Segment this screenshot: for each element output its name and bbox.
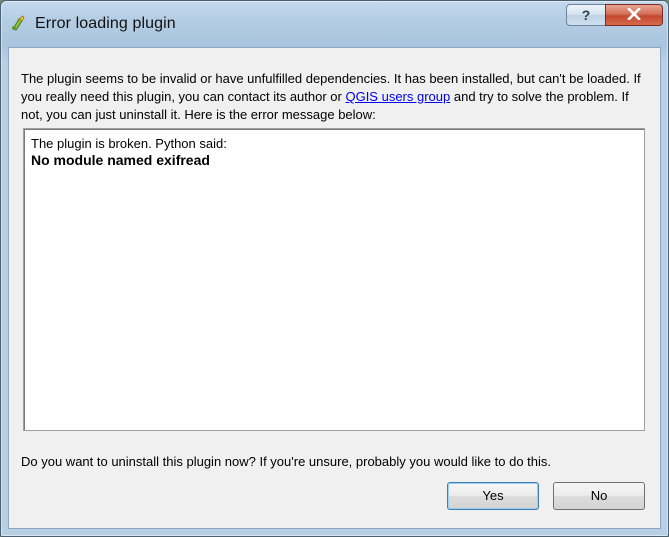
error-message-intro: The plugin is broken. Python said: [31,136,227,151]
close-icon [627,6,641,23]
qgis-users-group-link[interactable]: QGIS users group [345,89,450,104]
dialog-body: The plugin seems to be invalid or have u… [8,47,661,529]
error-message-box[interactable]: The plugin is broken. Python said: No mo… [23,128,645,431]
window-title: Error loading plugin [35,15,176,32]
qgis-logo-icon [10,15,27,32]
no-button[interactable]: No [553,482,645,510]
help-button[interactable]: ? [566,4,606,26]
error-message-detail: No module named exifread [31,152,210,168]
close-button[interactable] [605,4,663,26]
title-bar[interactable]: Error loading plugin ? [1,1,668,47]
error-description: The plugin seems to be invalid or have u… [21,70,643,124]
help-icon: ? [581,7,591,23]
yes-button[interactable]: Yes [447,482,539,510]
uninstall-question: Do you want to uninstall this plugin now… [21,454,552,469]
error-dialog-window: Error loading plugin ? The plugin seems … [0,0,669,537]
